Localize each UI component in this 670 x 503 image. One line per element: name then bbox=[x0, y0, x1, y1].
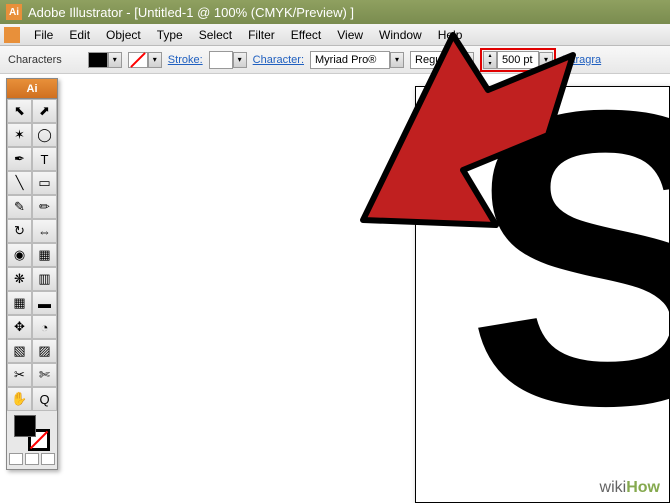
live-paint-tool[interactable]: ▧ bbox=[7, 339, 32, 363]
pencil-tool[interactable]: ✏ bbox=[32, 195, 57, 219]
watermark: wikiHow bbox=[600, 479, 660, 497]
line-tool[interactable]: ╲ bbox=[7, 171, 32, 195]
blend-tool[interactable]: ◔ bbox=[32, 315, 57, 339]
stroke-weight-dropdown-icon[interactable]: ▾ bbox=[233, 52, 247, 68]
free-transform-tool[interactable]: ▦ bbox=[32, 243, 57, 267]
font-size-input[interactable] bbox=[497, 51, 539, 69]
artboard[interactable]: S bbox=[415, 86, 670, 503]
live-paint-select-tool[interactable]: ▨ bbox=[32, 339, 57, 363]
slice-tool[interactable]: ✂ bbox=[7, 363, 32, 387]
window-titlebar: Ai Adobe Illustrator - [Untitled-1 @ 100… bbox=[0, 0, 670, 24]
watermark-wiki: wiki bbox=[600, 479, 627, 496]
selection-tool[interactable]: ⬉ bbox=[7, 99, 32, 123]
menu-window[interactable]: Window bbox=[371, 26, 430, 44]
menubar: File Edit Object Type Select Filter Effe… bbox=[0, 24, 670, 46]
menu-select[interactable]: Select bbox=[191, 26, 240, 44]
warp-tool[interactable]: ◉ bbox=[7, 243, 32, 267]
color-mode-icon[interactable] bbox=[9, 453, 23, 465]
font-dropdown-icon[interactable]: ▾ bbox=[390, 52, 404, 68]
menu-file[interactable]: File bbox=[26, 26, 61, 44]
type-tool[interactable]: T bbox=[32, 147, 57, 171]
app-icon: Ai bbox=[6, 4, 22, 20]
stroke-link[interactable]: Stroke: bbox=[168, 54, 203, 66]
tools-panel-header: Ai bbox=[7, 79, 57, 99]
gradient-mode-icon[interactable] bbox=[25, 453, 39, 465]
font-size-spinner[interactable]: ▴▾ bbox=[483, 51, 497, 69]
pen-tool[interactable]: ✒ bbox=[7, 147, 32, 171]
graph-tool[interactable]: ▥ bbox=[32, 267, 57, 291]
stroke-weight-input[interactable] bbox=[209, 51, 233, 69]
size-dropdown-icon[interactable]: ▾ bbox=[539, 52, 553, 68]
window-title: Adobe Illustrator - [Untitled-1 @ 100% (… bbox=[28, 5, 354, 20]
font-weight-input[interactable] bbox=[410, 51, 460, 69]
menu-object[interactable]: Object bbox=[98, 26, 149, 44]
options-toolbar: Characters ▾ ▾ Stroke: ▾ Character: ▾ ▾ … bbox=[0, 46, 670, 74]
lasso-tool[interactable]: ◯ bbox=[32, 123, 57, 147]
watermark-how: How bbox=[626, 479, 660, 496]
magic-wand-tool[interactable]: ✶ bbox=[7, 123, 32, 147]
menu-help[interactable]: Help bbox=[430, 26, 471, 44]
weight-dropdown-icon[interactable]: ▾ bbox=[460, 52, 474, 68]
rotate-tool[interactable]: ↻ bbox=[7, 219, 32, 243]
font-family-input[interactable] bbox=[310, 51, 390, 69]
menu-effect[interactable]: Effect bbox=[283, 26, 329, 44]
direct-selection-tool[interactable]: ⬈ bbox=[32, 99, 57, 123]
zoom-tool[interactable]: Q bbox=[32, 387, 57, 411]
paintbrush-tool[interactable]: ✎ bbox=[7, 195, 32, 219]
hand-tool[interactable]: ✋ bbox=[7, 387, 32, 411]
character-link[interactable]: Character: bbox=[253, 54, 304, 66]
menu-edit[interactable]: Edit bbox=[61, 26, 98, 44]
fill-color-swatch[interactable] bbox=[88, 52, 108, 68]
font-size-highlight: ▴▾ ▾ bbox=[480, 48, 556, 72]
fill-stroke-control[interactable] bbox=[14, 415, 50, 451]
symbol-sprayer-tool[interactable]: ❋ bbox=[7, 267, 32, 291]
tools-panel: Ai ⬉ ⬈ ✶ ◯ ✒ T ╲ ▭ ✎ ✏ ↻ ⇔ ◉ ▦ ❋ ▥ ▦ ▬ ✥… bbox=[6, 78, 58, 470]
none-mode-icon[interactable] bbox=[41, 453, 55, 465]
stroke-none-swatch[interactable] bbox=[128, 52, 148, 68]
stroke-color-dropdown-icon[interactable]: ▾ bbox=[148, 52, 162, 68]
eyedropper-tool[interactable]: ✥ bbox=[7, 315, 32, 339]
mesh-tool[interactable]: ▦ bbox=[7, 291, 32, 315]
fill-box-icon[interactable] bbox=[14, 415, 36, 437]
canvas-text: S bbox=[466, 86, 670, 500]
characters-label: Characters bbox=[8, 54, 62, 66]
app-logo-icon bbox=[4, 27, 20, 43]
rectangle-tool[interactable]: ▭ bbox=[32, 171, 57, 195]
scissors-tool[interactable]: ✄ bbox=[32, 363, 57, 387]
menu-view[interactable]: View bbox=[329, 26, 371, 44]
paragraph-link[interactable]: Paragra bbox=[562, 54, 601, 66]
menu-type[interactable]: Type bbox=[149, 26, 191, 44]
fill-dropdown-icon[interactable]: ▾ bbox=[108, 52, 122, 68]
reflect-tool[interactable]: ⇔ bbox=[32, 219, 57, 243]
gradient-tool[interactable]: ▬ bbox=[32, 291, 57, 315]
menu-filter[interactable]: Filter bbox=[240, 26, 283, 44]
